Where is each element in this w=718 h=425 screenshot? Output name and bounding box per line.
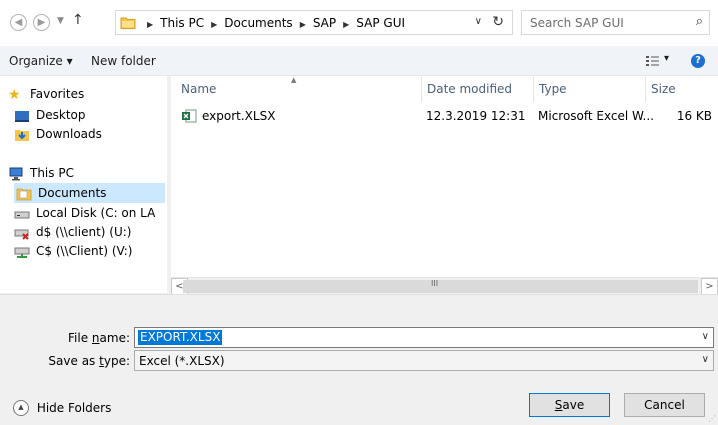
- nav-item-label: C$ (\\Client) (V:): [36, 244, 133, 258]
- address-field[interactable]: ▶ This PC ▶ Documents ▶ SAP ▶ SAP GUI ∨ ↻: [115, 10, 513, 35]
- breadcrumb-documents[interactable]: Documents: [224, 16, 292, 30]
- breadcrumb: ▶ This PC ▶ Documents ▶ SAP ▶ SAP GUI: [140, 16, 405, 30]
- nav-item-c-share[interactable]: C$ (\\Client) (V:): [14, 241, 132, 261]
- save-form: File name: EXPORT.XLSX ∨ Save as type: E…: [0, 294, 718, 425]
- nav-item-d-share[interactable]: d$ (\\client) (U:): [14, 222, 131, 242]
- nav-item-label: This PC: [30, 166, 74, 180]
- sort-ascending-icon: ▲: [291, 76, 297, 84]
- file-name-value: EXPORT.XLSX: [138, 330, 223, 345]
- nav-item-label: d$ (\\client) (U:): [36, 225, 132, 239]
- scroll-right-button[interactable]: >: [701, 278, 718, 295]
- address-bar-row: ◀ ▶ ▼ ↑ ▶ This PC ▶ Documents ▶ SAP ▶ SAP GUI ∨…: [0, 0, 718, 46]
- hide-folders-label: Hide Folders: [36, 401, 112, 415]
- column-divider[interactable]: [533, 76, 534, 102]
- resize-grip-icon[interactable]: ⋰: [708, 414, 716, 423]
- file-size: 16 KB: [676, 109, 712, 123]
- downloads-folder-icon: [15, 129, 29, 141]
- breadcrumb-separator-icon[interactable]: ▶: [147, 20, 153, 29]
- up-one-level-button[interactable]: ↑: [72, 12, 84, 28]
- file-type: Microsoft Excel W...: [538, 109, 654, 123]
- breadcrumb-separator-icon[interactable]: ▶: [343, 20, 349, 29]
- command-toolbar: Organize ▾ New folder ▾ ?: [0, 46, 718, 76]
- nav-item-label: Documents: [38, 186, 107, 200]
- nav-item-label: Downloads: [36, 127, 102, 141]
- search-icon[interactable]: ⌕: [696, 14, 703, 29]
- desktop-icon: [15, 110, 29, 122]
- computer-icon: [9, 167, 23, 180]
- column-header-size[interactable]: Size: [651, 82, 676, 96]
- cancel-button[interactable]: Cancel: [624, 393, 705, 417]
- refresh-icon[interactable]: ↻: [492, 14, 504, 30]
- folder-icon: [120, 17, 136, 29]
- forward-button[interactable]: ▶: [33, 14, 50, 31]
- search-placeholder: Search SAP GUI: [530, 16, 624, 30]
- nav-item-label: Favorites: [30, 87, 85, 101]
- column-divider[interactable]: [421, 76, 422, 102]
- star-icon: ★: [8, 86, 21, 103]
- breadcrumb-sap-gui[interactable]: SAP GUI: [356, 16, 405, 30]
- hide-folders-button[interactable]: ▲ Hide Folders: [13, 400, 111, 416]
- documents-folder-icon: [16, 188, 32, 200]
- chevron-down-icon[interactable]: ∨: [475, 16, 482, 27]
- file-date-modified: 12.3.2019 12:31: [426, 109, 526, 123]
- horizontal-scrollbar[interactable]: < III >: [171, 277, 718, 295]
- breadcrumb-sap[interactable]: SAP: [313, 16, 336, 30]
- network-drive-icon: [14, 211, 30, 218]
- chevron-up-circle-icon: ▲: [13, 400, 29, 416]
- organize-menu-button[interactable]: Organize ▾: [9, 54, 73, 68]
- breadcrumb-separator-icon[interactable]: ▶: [300, 20, 306, 29]
- file-name-input[interactable]: EXPORT.XLSX ∨: [134, 327, 714, 348]
- network-drive-icon: [14, 247, 30, 258]
- scrollbar-thumb[interactable]: III: [183, 279, 698, 293]
- nav-item-favorites[interactable]: ★ Favorites: [8, 84, 84, 104]
- column-header-name[interactable]: Name: [181, 82, 216, 96]
- scrollbar-grip-icon: III: [431, 279, 439, 288]
- save-as-type-select[interactable]: Excel (*.XLSX) ∨: [134, 350, 714, 371]
- chevron-down-icon[interactable]: ∨: [702, 354, 709, 365]
- nav-item-this-pc[interactable]: This PC: [8, 163, 74, 183]
- nav-item-label: Desktop: [36, 108, 86, 122]
- view-options-dropdown[interactable]: ▾: [664, 53, 669, 64]
- column-divider[interactable]: [645, 76, 646, 102]
- nav-item-desktop[interactable]: Desktop: [14, 105, 86, 125]
- chevron-down-icon[interactable]: ∨: [702, 331, 709, 342]
- nav-item-label: Local Disk (C: on LA: [36, 206, 156, 220]
- nav-item-downloads[interactable]: Downloads: [14, 124, 102, 144]
- column-header-type[interactable]: Type: [539, 82, 567, 96]
- column-header-date-modified[interactable]: Date modified: [427, 82, 512, 96]
- save-button[interactable]: Save: [529, 393, 610, 417]
- file-name-label: File name:: [68, 331, 130, 345]
- breadcrumb-this-pc[interactable]: This PC: [160, 16, 204, 30]
- table-row[interactable]: export.XLSX 12.3.2019 12:31 Microsoft Ex…: [175, 106, 718, 126]
- nav-item-local-disk[interactable]: Local Disk (C: on LA: [14, 203, 155, 223]
- help-icon[interactable]: ?: [691, 54, 705, 68]
- file-list: Name ▲ Date modified Type Size export.XL…: [171, 76, 718, 293]
- save-as-type-value: Excel (*.XLSX): [139, 354, 225, 368]
- breadcrumb-separator-icon[interactable]: ▶: [211, 20, 217, 29]
- disconnected-drive-icon: [14, 229, 29, 240]
- new-folder-button[interactable]: New folder: [91, 54, 156, 68]
- search-box[interactable]: Search SAP GUI ⌕: [521, 10, 710, 35]
- save-as-type-label: Save as type:: [48, 354, 130, 368]
- view-options-icon[interactable]: [646, 55, 660, 67]
- back-button[interactable]: ◀: [10, 14, 27, 31]
- nav-item-documents[interactable]: Documents: [14, 183, 165, 203]
- navigation-pane: ★ Favorites Desktop Downloads This PC Doc…: [0, 76, 167, 293]
- recent-locations-dropdown[interactable]: ▼: [57, 16, 64, 26]
- file-name: export.XLSX: [202, 109, 276, 123]
- excel-file-icon: [182, 109, 197, 123]
